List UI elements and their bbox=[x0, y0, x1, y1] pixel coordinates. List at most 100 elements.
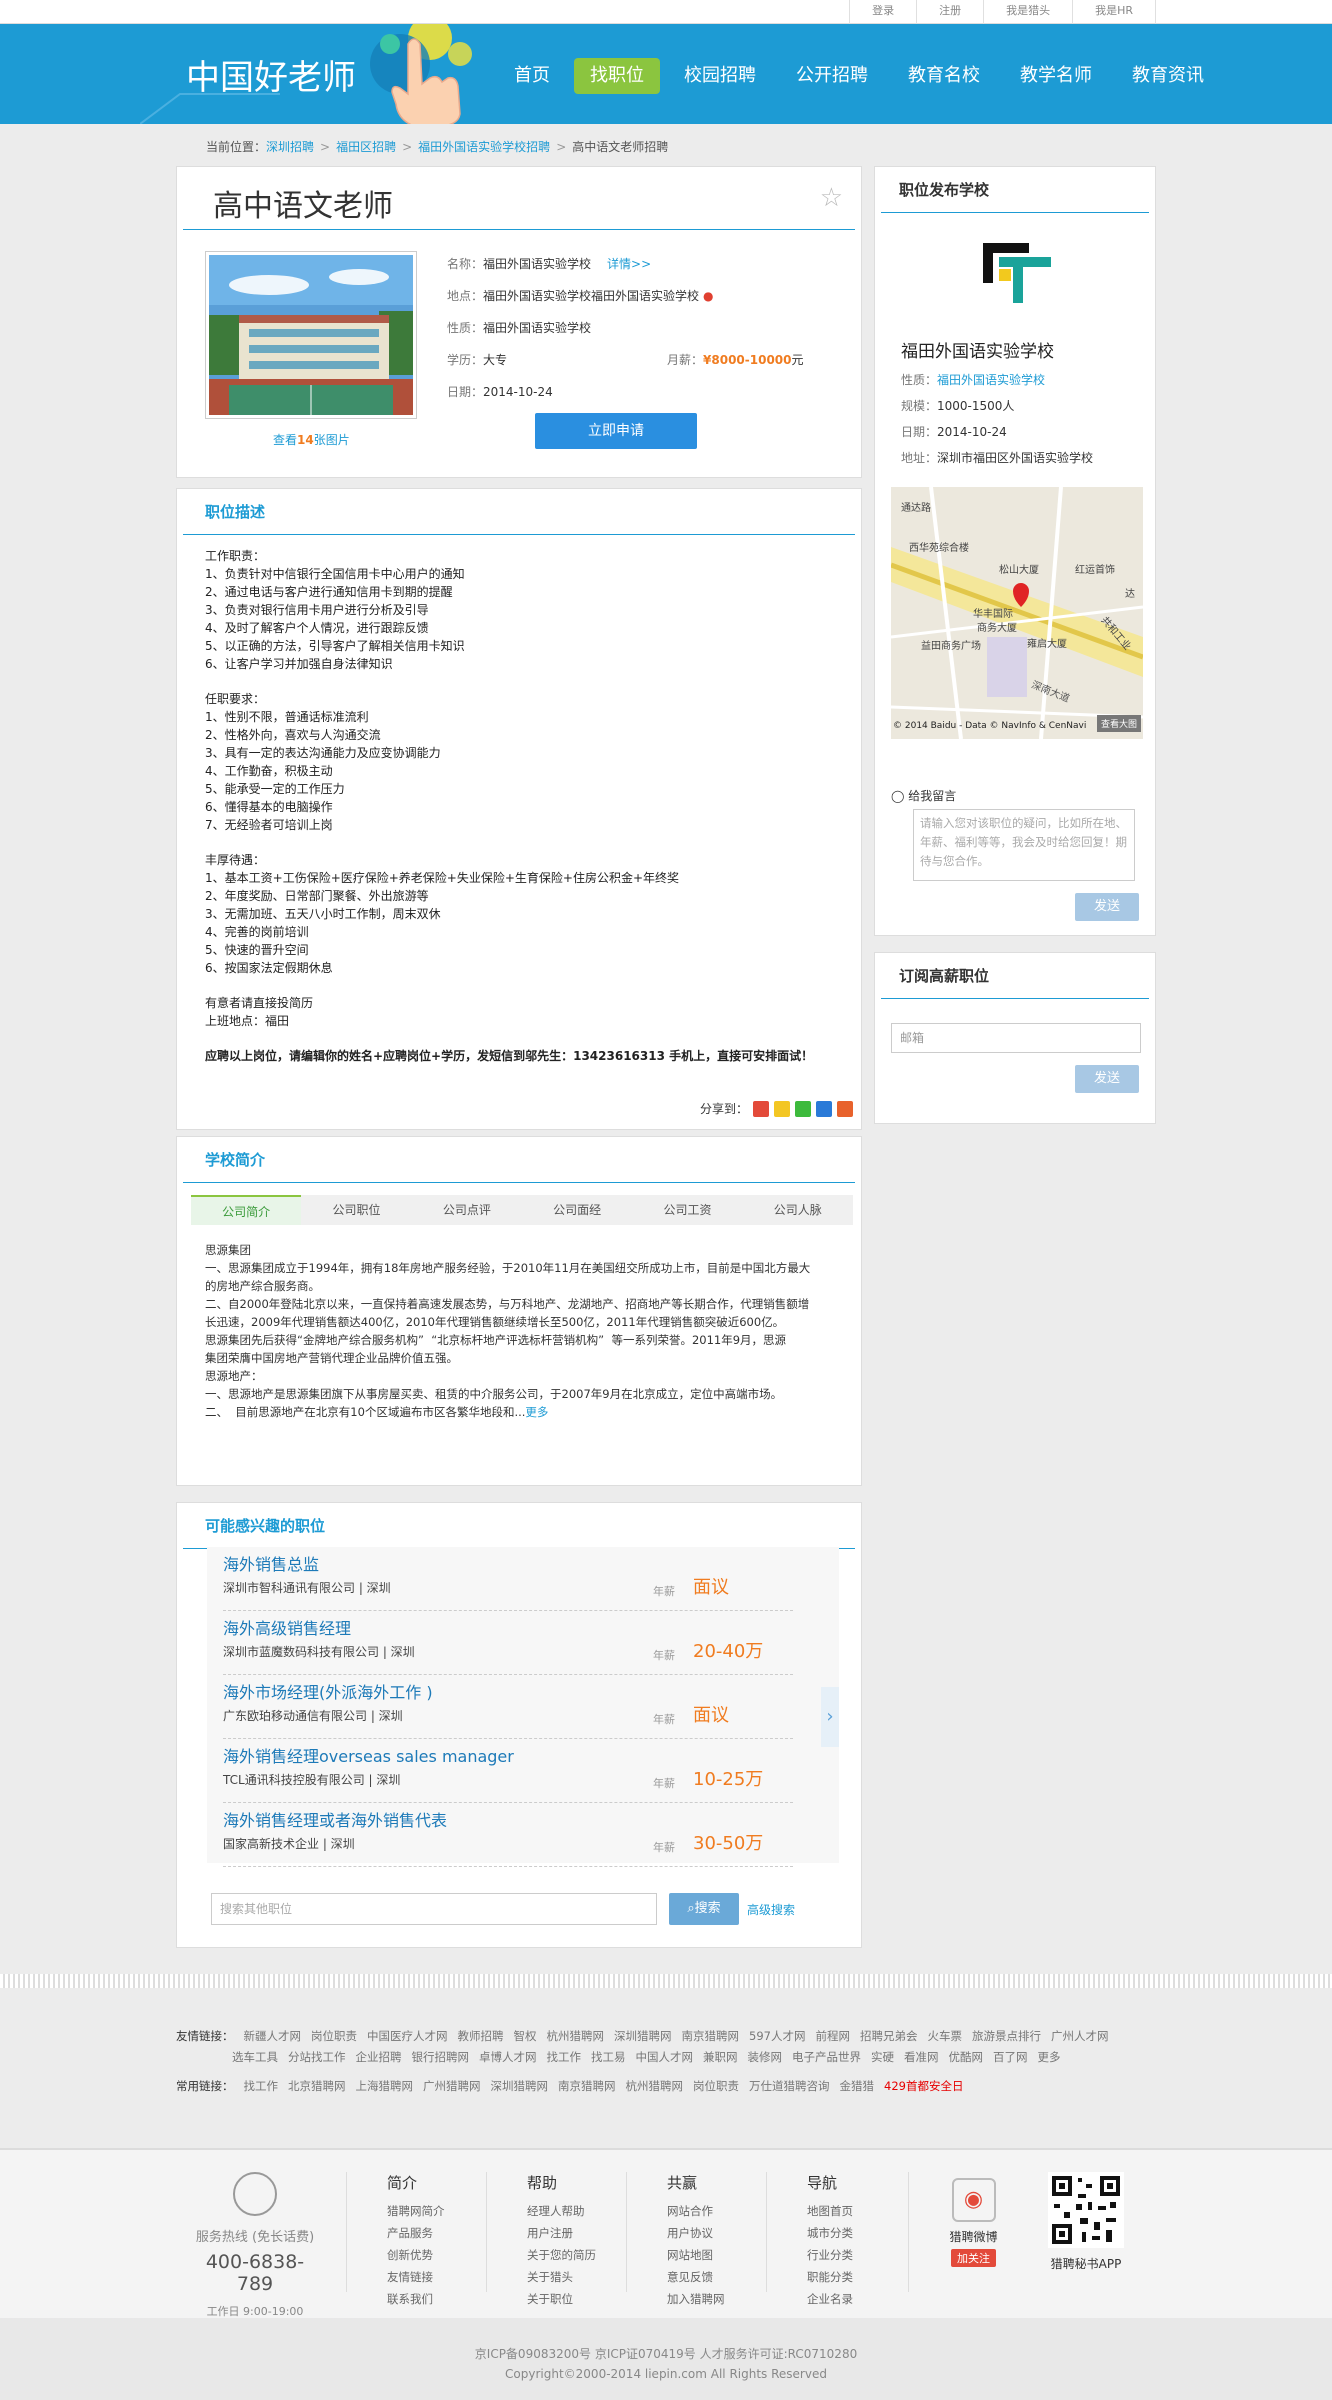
common-link[interactable]: 北京猎聘网 bbox=[288, 2079, 346, 2093]
renren-share-icon[interactable] bbox=[816, 1100, 832, 1117]
recommend-job-title[interactable]: 海外销售总监 bbox=[223, 1551, 319, 1575]
footer-link[interactable]: 关于职位 bbox=[527, 2288, 616, 2310]
nav-campus[interactable]: 校园招聘 bbox=[668, 58, 772, 94]
footer-link[interactable]: 地图首页 bbox=[807, 2200, 896, 2222]
friend-link[interactable]: 新疆人才网 bbox=[244, 2029, 302, 2043]
footer-link[interactable]: 联系我们 bbox=[387, 2288, 476, 2310]
headhunter-link[interactable]: 我是猎头 bbox=[983, 0, 1072, 24]
breadcrumb-shenzhen[interactable]: 深圳招聘 bbox=[266, 140, 314, 154]
friend-link[interactable]: 实硬 bbox=[871, 2050, 894, 2064]
register-link[interactable]: 注册 bbox=[916, 0, 983, 24]
friend-link[interactable]: 找工作 bbox=[547, 2050, 582, 2064]
footer-link[interactable]: 友情链接 bbox=[387, 2266, 476, 2288]
common-link[interactable]: 广州猎聘网 bbox=[423, 2079, 481, 2093]
friend-link[interactable]: 优酷网 bbox=[949, 2050, 984, 2064]
footer-link[interactable]: 企业名录 bbox=[807, 2288, 896, 2310]
friend-link[interactable]: 装修网 bbox=[748, 2050, 783, 2064]
breadcrumb-school[interactable]: 福田外国语实验学校招聘 bbox=[418, 140, 550, 154]
job-detail-link[interactable]: 详情>> bbox=[607, 257, 651, 271]
hr-link[interactable]: 我是HR bbox=[1072, 0, 1156, 24]
favorite-star-icon[interactable]: ☆ bbox=[820, 183, 843, 213]
friend-link[interactable]: 前程网 bbox=[815, 2029, 850, 2043]
more-link[interactable]: 更多 bbox=[525, 1405, 548, 1419]
recommend-job-title[interactable]: 海外市场经理(外派海外工作 ) bbox=[223, 1679, 433, 1703]
tab-company-network[interactable]: 公司人脉 bbox=[743, 1195, 853, 1225]
weibo-icon[interactable]: ◉ bbox=[951, 2178, 996, 2222]
friend-link[interactable]: 分站找工作 bbox=[288, 2050, 346, 2064]
next-arrow-icon[interactable]: › bbox=[821, 1687, 839, 1747]
friend-link[interactable]: 教师招聘 bbox=[458, 2029, 504, 2043]
wechat-share-icon[interactable] bbox=[795, 1100, 811, 1117]
friend-link[interactable]: 选车工具 bbox=[232, 2050, 278, 2064]
nav-schools[interactable]: 教育名校 bbox=[892, 58, 996, 94]
recommend-item[interactable]: 海外销售总监 深圳市智科通讯有限公司 | 深圳 年薪 面议 bbox=[223, 1547, 793, 1611]
nav-teachers[interactable]: 教学名师 bbox=[1004, 58, 1108, 94]
recommend-item[interactable]: 海外高级销售经理 深圳市蓝魔数码科技有限公司 | 深圳 年薪 20-40万 bbox=[223, 1611, 793, 1675]
common-link[interactable]: 找工作 bbox=[244, 2079, 279, 2093]
recommend-item[interactable]: 海外市场经理(外派海外工作 ) 广东欧珀移动通信有限公司 | 深圳 年薪 面议 bbox=[223, 1675, 793, 1739]
view-photos-link[interactable]: 查看14张图片 bbox=[273, 431, 350, 448]
footer-link[interactable]: 城市分类 bbox=[807, 2222, 896, 2244]
nav-home[interactable]: 首页 bbox=[498, 58, 566, 94]
footer-link[interactable]: 意见反馈 bbox=[667, 2266, 756, 2288]
common-link[interactable]: 万仕道猎聘咨询 bbox=[749, 2079, 830, 2093]
site-logo[interactable]: 中国好老师 bbox=[186, 50, 356, 99]
recommend-item[interactable]: 海外销售经理overseas sales manager TCL通讯科技控股有限公… bbox=[223, 1739, 793, 1803]
common-link[interactable]: 南京猎聘网 bbox=[558, 2079, 616, 2093]
friend-link[interactable]: 更多 bbox=[1038, 2050, 1061, 2064]
footer-link[interactable]: 用户协议 bbox=[667, 2222, 756, 2244]
message-textarea[interactable]: 请输入您对该职位的疑问，比如所在地、年薪、福利等等，我会及时给您回复！期待与您合… bbox=[913, 809, 1135, 881]
kaixin-share-icon[interactable] bbox=[837, 1100, 853, 1117]
follow-button[interactable]: 加关注 bbox=[951, 2249, 996, 2267]
friend-link[interactable]: 企业招聘 bbox=[356, 2050, 402, 2064]
search-button[interactable]: ⌕搜索 bbox=[669, 1893, 739, 1925]
location-pin-icon[interactable]: ● bbox=[703, 289, 713, 303]
nav-public[interactable]: 公开招聘 bbox=[780, 58, 884, 94]
footer-link[interactable]: 产品服务 bbox=[387, 2222, 476, 2244]
tab-company-jobs[interactable]: 公司职位 bbox=[301, 1195, 411, 1225]
common-link[interactable]: 岗位职责 bbox=[693, 2079, 739, 2093]
footer-link[interactable]: 关于您的简历 bbox=[527, 2244, 616, 2266]
footer-link[interactable]: 猎聘网简介 bbox=[387, 2200, 476, 2222]
school-photo[interactable] bbox=[205, 251, 417, 419]
footer-link[interactable]: 网站地图 bbox=[667, 2244, 756, 2266]
tab-company-salary[interactable]: 公司工资 bbox=[632, 1195, 742, 1225]
friend-link[interactable]: 广州人才网 bbox=[1051, 2029, 1109, 2043]
recommend-job-title[interactable]: 海外销售经理或者海外销售代表 bbox=[223, 1807, 447, 1831]
common-link[interactable]: 上海猎聘网 bbox=[356, 2079, 414, 2093]
email-input[interactable]: 邮箱 bbox=[891, 1023, 1141, 1053]
friend-link[interactable]: 597人才网 bbox=[749, 2029, 805, 2043]
footer-link[interactable]: 加入猎聘网 bbox=[667, 2288, 756, 2310]
nav-find-job[interactable]: 找职位 bbox=[574, 58, 660, 94]
friend-link[interactable]: 南京猎聘网 bbox=[682, 2029, 740, 2043]
recommend-job-title[interactable]: 海外销售经理overseas sales manager bbox=[223, 1743, 514, 1767]
job-search-input[interactable]: 搜索其他职位 bbox=[211, 1893, 657, 1925]
weibo-share-icon[interactable] bbox=[753, 1100, 769, 1117]
recommend-item[interactable]: 海外销售经理或者海外销售代表 国家高新技术企业 | 深圳 年薪 30-50万 bbox=[223, 1803, 793, 1867]
school-name[interactable]: 福田外国语实验学校 bbox=[901, 337, 1054, 362]
common-link[interactable]: 杭州猎聘网 bbox=[626, 2079, 684, 2093]
friend-link[interactable]: 杭州猎聘网 bbox=[547, 2029, 605, 2043]
subscribe-send-button[interactable]: 发送 bbox=[1075, 1065, 1139, 1093]
friend-link[interactable]: 岗位职责 bbox=[311, 2029, 357, 2043]
footer-link[interactable]: 关于猎头 bbox=[527, 2266, 616, 2288]
common-link-highlight[interactable]: 429首都安全日 bbox=[884, 2079, 963, 2093]
footer-link[interactable]: 创新优势 bbox=[387, 2244, 476, 2266]
common-link[interactable]: 金猎猎 bbox=[840, 2079, 875, 2093]
footer-link[interactable]: 经理人帮助 bbox=[527, 2200, 616, 2222]
common-link[interactable]: 深圳猎聘网 bbox=[491, 2079, 549, 2093]
footer-link[interactable]: 行业分类 bbox=[807, 2244, 896, 2266]
tab-company-intro[interactable]: 公司简介 bbox=[191, 1195, 302, 1225]
apply-button[interactable]: 立即申请 bbox=[535, 413, 697, 449]
footer-link[interactable]: 网站合作 bbox=[667, 2200, 756, 2222]
school-type-value[interactable]: 福田外国语实验学校 bbox=[937, 373, 1045, 387]
friend-link[interactable]: 看准网 bbox=[904, 2050, 939, 2064]
friend-link[interactable]: 找工易 bbox=[591, 2050, 626, 2064]
message-send-button[interactable]: 发送 bbox=[1075, 893, 1139, 921]
nav-news[interactable]: 教育资讯 bbox=[1116, 58, 1220, 94]
friend-link[interactable]: 银行招聘网 bbox=[412, 2050, 470, 2064]
footer-link[interactable]: 职能分类 bbox=[807, 2266, 896, 2288]
breadcrumb-futian[interactable]: 福田区招聘 bbox=[336, 140, 396, 154]
friend-link[interactable]: 卓博人才网 bbox=[479, 2050, 537, 2064]
friend-link[interactable]: 电子产品世界 bbox=[792, 2050, 861, 2064]
